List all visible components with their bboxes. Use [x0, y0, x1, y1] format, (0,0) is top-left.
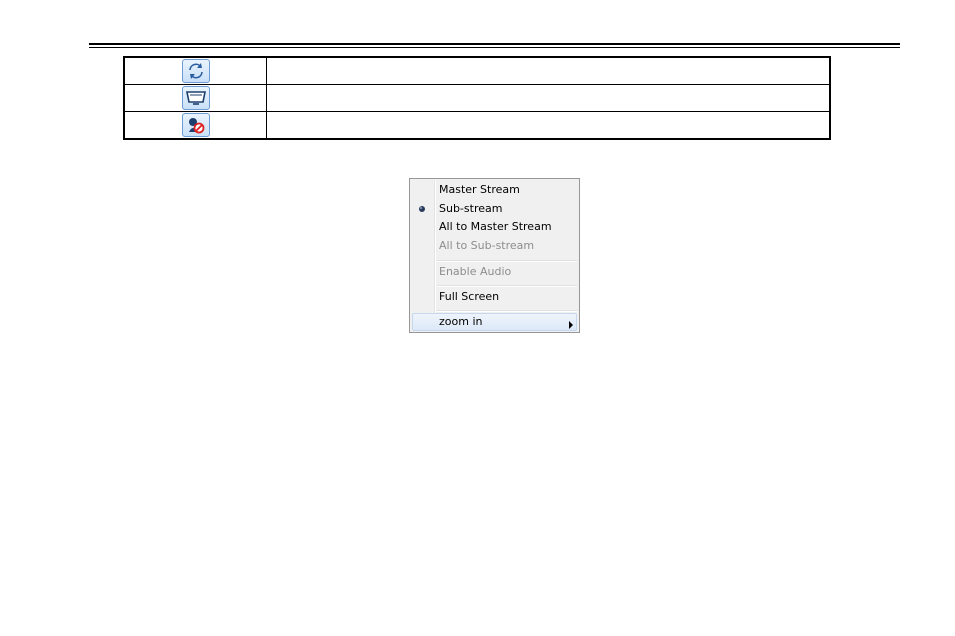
table-row: [123, 56, 831, 85]
menu-separator: [437, 285, 577, 287]
radio-check-icon: [417, 204, 427, 214]
submenu-arrow-icon: [568, 318, 574, 329]
table-row: [123, 84, 831, 112]
refresh-icon: [186, 62, 206, 80]
fullscreen-button[interactable]: [182, 86, 210, 110]
icon-cell: [123, 84, 267, 112]
menu-item-full-screen[interactable]: Full Screen: [412, 288, 577, 306]
description-cell: [266, 56, 831, 85]
menu-item-enable-audio: Enable Audio: [412, 263, 577, 281]
mute-audio-button[interactable]: [182, 113, 210, 137]
icon-description-table: [123, 56, 831, 140]
menu-item-label: All to Master Stream: [439, 220, 552, 233]
menu-separator: [437, 310, 577, 312]
menu-item-zoom-in[interactable]: zoom in: [412, 313, 577, 331]
menu-item-label: All to Sub-stream: [439, 239, 535, 252]
header-rule-thin: [89, 47, 900, 48]
menu-item-all-to-sub-stream: All to Sub-stream: [412, 237, 577, 255]
menu-item-label: Master Stream: [439, 183, 520, 196]
description-cell: [266, 111, 831, 140]
description-cell: [266, 84, 831, 112]
menu-item-all-to-master-stream[interactable]: All to Master Stream: [412, 218, 577, 236]
menu-separator: [437, 260, 577, 262]
fullscreen-monitor-icon: [185, 90, 207, 106]
table-row: [123, 111, 831, 140]
menu-item-label: Sub-stream: [439, 202, 503, 215]
menu-item-label: Enable Audio: [439, 265, 512, 278]
mute-audio-icon: [186, 116, 206, 134]
menu-item-label: zoom in: [439, 315, 483, 328]
icon-cell: [123, 56, 267, 85]
header-rule-thick: [89, 43, 900, 45]
icon-cell: [123, 111, 267, 140]
refresh-button[interactable]: [182, 59, 210, 83]
menu-item-master-stream[interactable]: Master Stream: [412, 181, 577, 199]
stream-context-menu: Master Stream Sub-stream All to Master S…: [409, 178, 580, 333]
menu-item-sub-stream[interactable]: Sub-stream: [412, 200, 577, 218]
menu-item-label: Full Screen: [439, 290, 500, 303]
